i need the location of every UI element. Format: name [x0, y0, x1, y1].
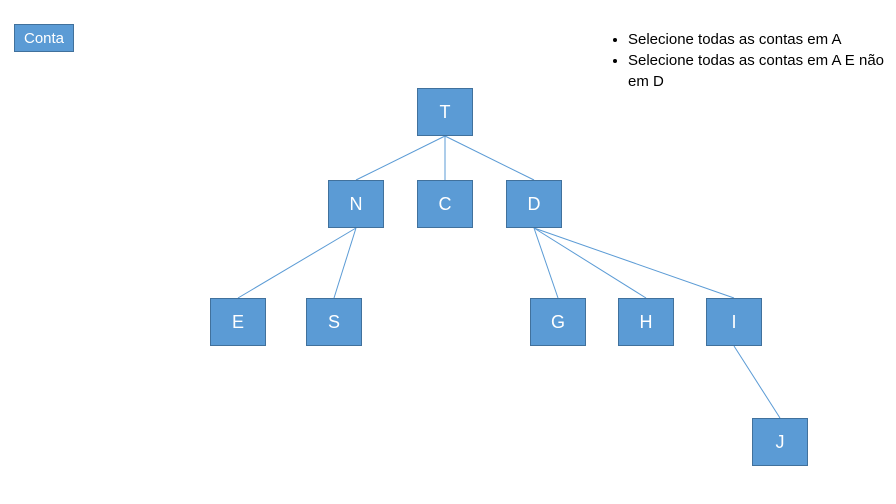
node-label: S: [328, 312, 340, 333]
instruction-list: Selecione todas as contas em A Selecione…: [608, 29, 888, 92]
node-h: H: [618, 298, 674, 346]
node-i: I: [706, 298, 762, 346]
diagram-stage: Conta Selecione todas as contas em A Sel…: [0, 0, 896, 504]
node-s: S: [306, 298, 362, 346]
node-c: C: [417, 180, 473, 228]
node-label: N: [350, 194, 363, 215]
node-d: D: [506, 180, 562, 228]
edge-t-n: [356, 136, 445, 180]
edge-n-e: [238, 228, 356, 298]
edge-d-i: [534, 228, 734, 298]
instruction-item-2: Selecione todas as contas em A E não em …: [628, 50, 888, 92]
node-label: C: [439, 194, 452, 215]
node-label: E: [232, 312, 244, 333]
node-label: G: [551, 312, 565, 333]
conta-tag-label: Conta: [24, 30, 64, 47]
node-e: E: [210, 298, 266, 346]
node-label: T: [440, 102, 451, 123]
node-label: J: [776, 432, 785, 453]
edge-d-g: [534, 228, 558, 298]
node-n: N: [328, 180, 384, 228]
edge-i-j: [734, 346, 780, 418]
node-t: T: [417, 88, 473, 136]
edge-d-h: [534, 228, 646, 298]
node-j: J: [752, 418, 808, 466]
node-label: H: [640, 312, 653, 333]
node-g: G: [530, 298, 586, 346]
conta-tag: Conta: [14, 24, 74, 52]
instruction-item-1: Selecione todas as contas em A: [628, 29, 888, 50]
edge-n-s: [334, 228, 356, 298]
node-label: D: [528, 194, 541, 215]
node-label: I: [731, 312, 736, 333]
edge-t-d: [445, 136, 534, 180]
